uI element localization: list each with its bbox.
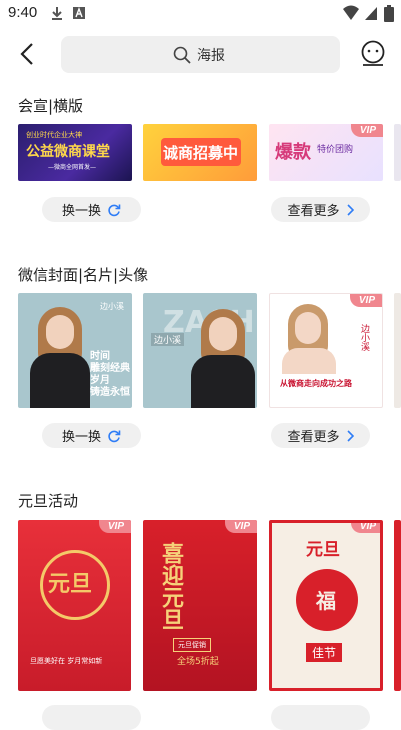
template-card-partial[interactable] (394, 520, 401, 691)
view-more-button[interactable]: 查看更多 (271, 197, 370, 222)
shuffle-button[interactable]: 换一换 (42, 197, 141, 222)
wifi-icon (343, 5, 359, 20)
card-text: 特价团购 (317, 145, 354, 155)
card-text: 诚商招募中 (163, 144, 239, 162)
template-card[interactable]: 边小溪 时间 雕刻经典 岁月 铸造永恒 (18, 293, 132, 408)
portrait-body (30, 353, 90, 408)
portrait-face (46, 315, 74, 349)
portrait-body (191, 355, 255, 408)
card-text: 全场5折起 (177, 657, 219, 667)
back-arrow-icon[interactable] (14, 40, 42, 68)
vip-badge: VIP (350, 523, 380, 533)
vip-badge: VIP (349, 294, 382, 307)
shuffle-label: 换一换 (61, 204, 101, 219)
card-text: 元旦促销 (173, 638, 211, 652)
card-text: 旦愿美好在 岁月常如新 (30, 657, 103, 665)
card-name: 边小溪 (100, 302, 124, 311)
template-card[interactable]: 元旦 旦愿美好在 岁月常如新 VIP (18, 520, 131, 691)
card-text: 爆款 (275, 142, 311, 163)
template-card[interactable]: 边小溪 从微商走向成功之路 VIP (269, 293, 383, 408)
template-card[interactable]: 诚商招募中 (143, 124, 257, 181)
card-text: 创业时代企业大神 (26, 131, 82, 139)
signal-icon (365, 7, 377, 20)
status-bar: 9:40 (0, 0, 401, 28)
section-title-banner: 会宣|横版 (18, 97, 84, 115)
template-card[interactable]: 元旦 福 佳节 VIP (269, 520, 383, 691)
portrait-shoulders (282, 348, 336, 374)
card-text: 铸造永恒 (90, 387, 130, 398)
view-more-button[interactable]: 查看更多 (271, 423, 370, 448)
view-more-label: 查看更多 (287, 204, 340, 219)
card-text: —微商全网首发— (48, 164, 97, 171)
view-more-button-partial[interactable] (271, 705, 370, 730)
card-text: 福 (316, 589, 336, 613)
vip-badge: VIP (98, 520, 131, 533)
template-card[interactable]: 创业时代企业大神 公益微商课堂 —微商全网首发— (18, 124, 132, 181)
card-text: 佳节 (306, 643, 343, 662)
card-name: 边小溪 (151, 333, 185, 346)
header: 海报 (0, 28, 401, 84)
customer-service-icon[interactable] (360, 40, 386, 66)
search-icon (173, 46, 191, 64)
section-title-new-year: 元旦活动 (18, 492, 79, 510)
chevron-right-icon (346, 203, 354, 216)
chevron-right-icon (346, 429, 354, 442)
vip-badge: VIP (350, 124, 383, 137)
download-icon (52, 7, 62, 20)
search-box[interactable]: 海报 (61, 36, 340, 73)
shuffle-button-partial[interactable] (42, 705, 141, 730)
card-main-text: 元旦 (306, 540, 340, 560)
status-time: 9:40 (8, 4, 38, 21)
template-card-partial[interactable] (394, 124, 401, 181)
search-text: 海报 (197, 48, 225, 64)
font-icon (73, 7, 85, 19)
shuffle-button[interactable]: 换一换 (42, 423, 141, 448)
card-name: 边小溪 (359, 324, 369, 351)
section-title-wechat: 微信封面|名片|头像 (18, 266, 149, 284)
template-card[interactable]: 喜迎元旦 元旦促销 全场5折起 VIP (143, 520, 257, 691)
vip-badge: VIP (224, 520, 257, 533)
card-text: 公益微商课堂 (26, 144, 110, 160)
card-text: 从微商走向成功之路 (280, 379, 352, 388)
view-more-label: 查看更多 (287, 430, 340, 445)
card-main-text: 元旦 (48, 572, 93, 597)
template-card[interactable]: 爆款 特价团购 VIP (269, 124, 383, 181)
template-card-partial[interactable] (394, 293, 401, 408)
refresh-icon (108, 204, 121, 216)
portrait-face (209, 317, 237, 351)
shuffle-label: 换一换 (61, 430, 101, 445)
template-card[interactable]: ZASH 边小溪 (143, 293, 257, 408)
portrait-face (295, 312, 321, 344)
card-main-text: 喜迎元旦 (158, 542, 183, 630)
refresh-icon (108, 430, 121, 442)
battery-icon (384, 5, 394, 22)
